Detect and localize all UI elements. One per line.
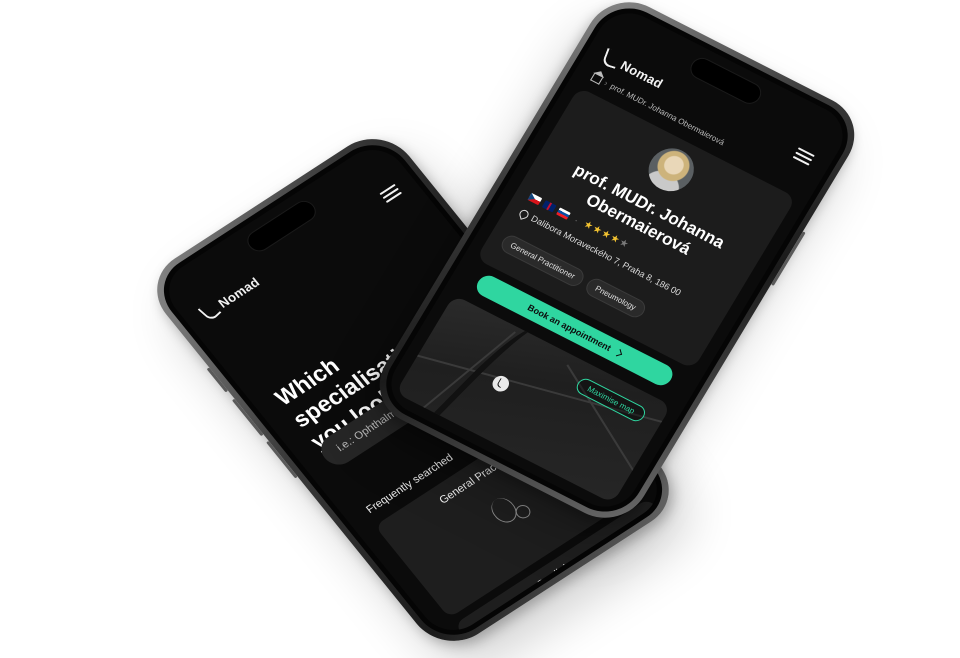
hamburger-menu-icon[interactable]: [792, 147, 815, 166]
slovak-flag-icon: [556, 207, 572, 220]
separator: ·: [572, 214, 581, 225]
uk-flag-icon: [541, 199, 557, 213]
stethoscope-logo-icon: [601, 48, 622, 69]
tag-pneumology[interactable]: Pneumology: [582, 275, 649, 321]
location-pin-icon: [518, 208, 530, 220]
chevron-right-icon: [614, 349, 623, 357]
brand-name: Nomad: [214, 274, 263, 311]
brand-logo[interactable]: Nomad: [197, 273, 263, 322]
czech-flag-icon: [527, 192, 543, 205]
brand-name: Nomad: [618, 57, 666, 91]
screen: Nomad › prof. MUDr. Johanna Obermaierová…: [379, 2, 855, 518]
breadcrumb-separator: ›: [602, 78, 610, 88]
doctor-avatar: [640, 140, 703, 199]
stethoscope-icon: [482, 485, 541, 538]
hamburger-menu-icon[interactable]: [379, 183, 403, 204]
home-icon[interactable]: [590, 72, 604, 85]
